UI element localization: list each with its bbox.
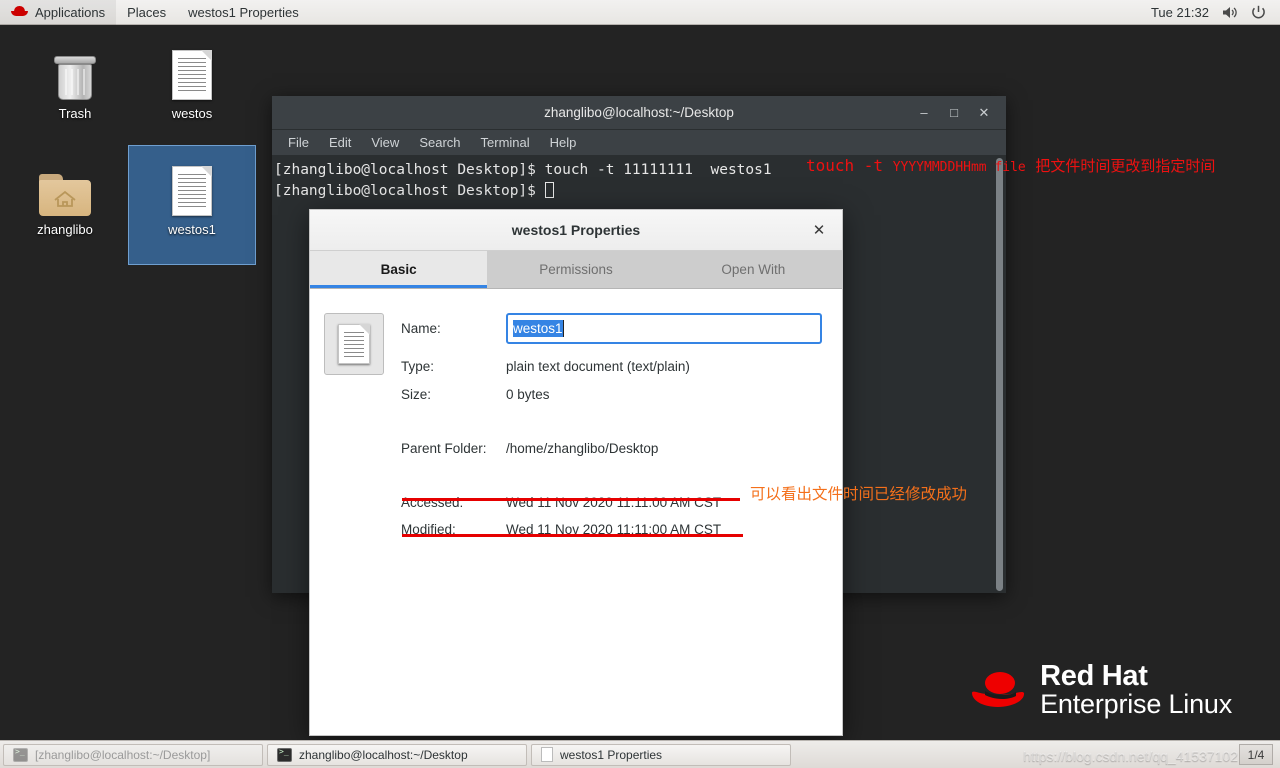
page-watermark: https://blog.csdn.net/qq_41537102 — [1023, 748, 1238, 764]
dialog-close-button[interactable]: ✕ — [808, 219, 830, 241]
terminal-titlebar[interactable]: zhanglibo@localhost:~/Desktop – □ ✕ — [272, 96, 1006, 130]
field-type-value: plain text document (text/plain) — [506, 358, 690, 374]
name-input-value: westos1 — [513, 319, 563, 337]
applications-menu-label: Applications — [35, 4, 106, 20]
field-name-label: Name: — [401, 320, 441, 336]
name-input[interactable]: westos1 — [506, 312, 822, 344]
text-caret — [562, 319, 564, 337]
panel-status-area: Tue 21:32 — [1151, 5, 1280, 20]
tab-open-with[interactable]: Open With — [665, 251, 842, 288]
speaker-icon[interactable] — [1222, 5, 1238, 20]
field-accessed-value: Wed 11 Nov 2020 11:11:00 AM CST — [506, 494, 722, 510]
tab-basic[interactable]: Basic — [310, 251, 488, 288]
brand-line-1: Red Hat — [1040, 660, 1148, 692]
field-name-row: Name: westos1 — [401, 311, 822, 345]
dialog-titlebar[interactable]: westos1 Properties ✕ — [310, 210, 842, 251]
annotation-underline-accessed — [402, 498, 740, 501]
taskbar-item-label: westos1 Properties — [560, 747, 663, 762]
menu-help[interactable]: Help — [542, 133, 585, 152]
terminal-window-controls: – □ ✕ — [910, 100, 1006, 126]
dialog-body: Name: westos1 Type: plain text document … — [310, 289, 842, 735]
field-type-label: Type: — [401, 358, 435, 374]
clock[interactable]: Tue 21:32 — [1151, 5, 1209, 20]
menu-edit[interactable]: Edit — [321, 133, 359, 152]
taskbar-item-label: [zhanglibo@localhost:~/Desktop] — [35, 747, 211, 762]
maximize-button[interactable]: □ — [940, 100, 968, 126]
workspace-indicator[interactable]: 1/4 — [1239, 744, 1273, 765]
menu-search[interactable]: Search — [411, 133, 468, 152]
rhel-brand-logo: Red Hat Enterprise Linux — [968, 662, 1232, 718]
file-preview-icon-box[interactable] — [324, 313, 384, 375]
desktop-icon-label: Trash — [58, 106, 92, 121]
field-size-label: Size: — [401, 386, 432, 402]
terminal-cursor — [544, 182, 554, 198]
trash-icon — [12, 36, 138, 100]
field-parent-label: Parent Folder: — [401, 440, 487, 456]
dialog-top-row: Name: westos1 Type: plain text document … — [310, 311, 842, 542]
annotation-syntax-cn: 把文件时间更改到指定时间 — [1035, 157, 1216, 175]
field-size-row: Size: 0 bytes — [401, 381, 822, 407]
active-window-menu[interactable]: westos1 Properties — [177, 0, 310, 25]
brand-line-2: Enterprise Linux — [1040, 689, 1232, 719]
red-hat-fedora-icon — [972, 672, 1025, 707]
terminal-title: zhanglibo@localhost:~/Desktop — [544, 105, 734, 120]
minimize-button[interactable]: – — [910, 100, 938, 126]
taskbar-item-label: zhanglibo@localhost:~/Desktop — [299, 747, 468, 762]
shell-prompt: [zhanglibo@localhost Desktop]$ — [274, 162, 545, 178]
dialog-tabbar: Basic Permissions Open With — [310, 251, 842, 289]
annotation-underline-modified — [402, 534, 743, 537]
annotation-result-note: 可以看出文件时间已经修改成功 — [750, 485, 968, 503]
menu-view[interactable]: View — [363, 133, 407, 152]
menu-file[interactable]: File — [280, 133, 317, 152]
field-accessed-label: Accessed: — [401, 494, 464, 510]
desktop-icon-label: zhanglibo — [37, 222, 93, 237]
scrollbar-thumb[interactable] — [996, 158, 1003, 591]
taskbar-item-terminal-minimized[interactable]: [zhanglibo@localhost:~/Desktop] — [3, 743, 263, 766]
desktop-icon-trash[interactable]: Trash — [12, 36, 138, 122]
taskbar-item-properties[interactable]: westos1 Properties — [531, 743, 791, 766]
text-document-icon — [129, 152, 255, 216]
desktop-icon-label: westos — [171, 106, 213, 121]
dialog-title: westos1 Properties — [511, 222, 641, 238]
close-button[interactable]: ✕ — [970, 100, 998, 126]
tab-permissions[interactable]: Permissions — [487, 251, 664, 288]
power-icon[interactable] — [1251, 5, 1266, 20]
annotation-syntax-note — [1026, 157, 1036, 175]
desktop-icon-label: westos1 — [168, 222, 216, 237]
active-window-title: westos1 Properties — [188, 4, 299, 20]
top-panel: Applications Places westos1 Properties T… — [0, 0, 1280, 25]
text-document-icon — [129, 36, 255, 100]
desktop-icon-westos1[interactable]: westos1 — [128, 145, 256, 265]
text-document-icon — [541, 747, 553, 762]
properties-dialog[interactable]: westos1 Properties ✕ Basic Permissions O… — [309, 209, 843, 736]
desktop-icon-westos[interactable]: westos — [129, 36, 255, 122]
places-menu[interactable]: Places — [116, 0, 177, 25]
shell-command: touch -t 11111111 westos1 — [544, 162, 772, 178]
field-parent-row: Parent Folder: /home/zhanglibo/Desktop — [401, 435, 822, 461]
field-size-value: 0 bytes — [506, 386, 550, 402]
field-parent-value[interactable]: /home/zhanglibo/Desktop — [506, 441, 658, 456]
terminal-icon — [277, 747, 292, 762]
applications-menu[interactable]: Applications — [0, 0, 117, 25]
taskbar-item-terminal[interactable]: zhanglibo@localhost:~/Desktop — [267, 743, 527, 766]
red-hat-icon — [11, 6, 28, 18]
field-modified-row: Modified: Wed 11 Nov 2020 11:11:00 AM CS… — [401, 516, 822, 542]
annotation-command-syntax: touch -t YYYYMMDDHHmm file 把文件时间更改到指定时间 — [806, 155, 1215, 176]
dialog-fields: Name: westos1 Type: plain text document … — [401, 311, 842, 542]
shell-prompt: [zhanglibo@localhost Desktop]$ — [274, 183, 545, 199]
field-type-row: Type: plain text document (text/plain) — [401, 353, 822, 379]
desktop-icon-zhanglibo[interactable]: zhanglibo — [2, 152, 128, 238]
home-folder-icon — [2, 152, 128, 216]
places-menu-label: Places — [127, 4, 167, 20]
home-glyph-icon — [54, 190, 76, 207]
annotation-syntax-main: touch -t — [806, 156, 893, 175]
terminal-line: [zhanglibo@localhost Desktop]$ — [274, 181, 1004, 202]
menu-terminal[interactable]: Terminal — [473, 133, 538, 152]
terminal-icon — [13, 747, 28, 762]
terminal-menubar: File Edit View Search Terminal Help — [272, 130, 1006, 156]
annotation-syntax-placeholder: YYYYMMDDHHmm file — [892, 160, 1026, 175]
terminal-scrollbar[interactable] — [995, 156, 1004, 593]
text-document-icon — [338, 324, 370, 364]
